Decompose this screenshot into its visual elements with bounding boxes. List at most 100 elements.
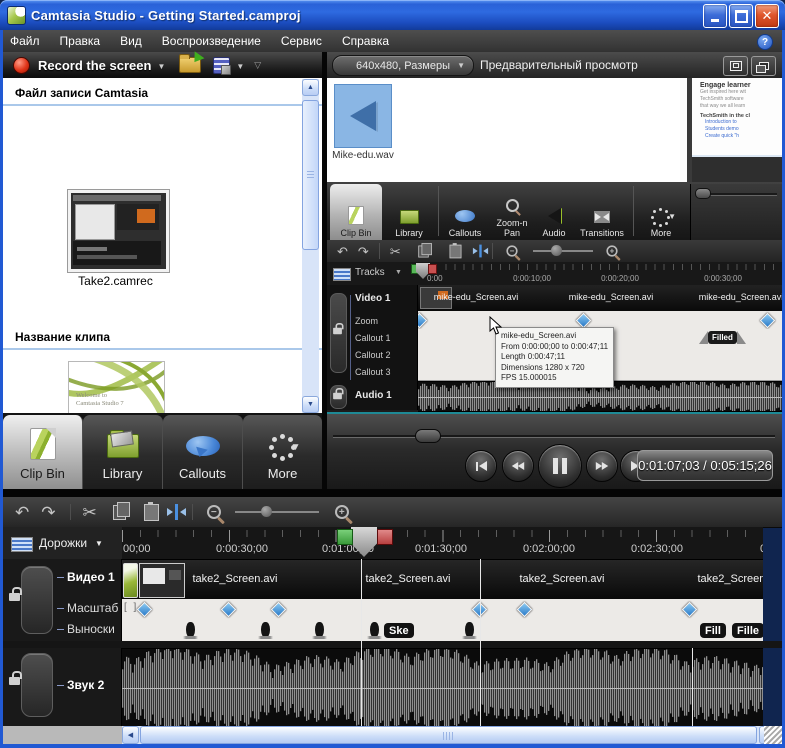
scrollbar-thumb[interactable] [302,100,319,250]
zoom-keyframe-diamond [759,312,776,329]
close-button[interactable]: ✕ [755,4,779,28]
seek-bar[interactable] [333,435,775,438]
detach-icon [755,62,769,73]
menu-play[interactable]: Воспроизведение [152,30,271,52]
cut-button[interactable]: ✂ [83,504,97,521]
callout-track-label: Выноски [67,622,115,636]
pause-button[interactable] [538,444,582,488]
preview-canvas[interactable]: Mike-edu.wav Engage learner Get inspired… [327,78,782,412]
paste-button[interactable] [143,501,159,521]
zoom-slider-knob[interactable] [260,506,272,517]
menu-file[interactable]: Файл [0,30,50,52]
scrollbar-thumb[interactable] [140,726,757,744]
track-group-handle[interactable] [21,566,53,634]
audio-clip-boundary [692,648,693,726]
timeline-scrollbar[interactable]: ◀ ▶ [122,726,778,744]
clip-title-section-title: Название клипа [3,330,322,350]
tab-more[interactable]: ▼ More [243,415,322,489]
split-button[interactable] [166,504,186,520]
callout-marker[interactable] [312,622,327,639]
timeline-ruler[interactable]: 00;00 0:00:30;00 0:01:00;00 0:01:30;00 0… [122,527,763,560]
audio-track-handle[interactable] [21,653,53,717]
inner-zoom-slider [532,245,593,256]
zoom-in-button[interactable]: + [334,505,349,519]
callout-marker[interactable] [367,622,382,639]
callout-marker[interactable] [462,622,477,639]
tracks-dropdown-arrow-icon[interactable]: ▼ [95,539,103,548]
preview-size-dropdown[interactable]: 640x480, Размеры ▼ [332,55,474,76]
audio-lock-icon[interactable] [9,671,22,685]
video-track[interactable]: take2_Screen.avi take2_Screen.avi take2_… [122,559,763,601]
fullscreen-button[interactable] [723,56,748,76]
tracks-dropdown-area: Дорожки ▼ [3,527,123,559]
toolbar-overflow-chevron-icon[interactable]: ▽ [254,60,261,71]
zoom-out-button[interactable]: − [206,505,221,519]
callout-item[interactable]: Fill [692,623,734,638]
inner-audio-icon [547,208,561,224]
redo-button[interactable]: ↷ [41,504,55,521]
zoom-keyframe-diamond[interactable] [516,601,533,618]
tracks-dropdown[interactable]: Дорожки [39,536,87,550]
go-to-start-button[interactable] [465,450,497,482]
scroll-up-icon[interactable]: ▲ [302,79,319,96]
zoom-track[interactable]: [ ] [122,599,763,621]
zoom-keyframe-diamond[interactable] [220,601,237,618]
timeline-toolbar: ↶ ↷ ✂ − + [3,497,782,528]
selection-end-marker[interactable] [377,529,393,545]
import-media-button[interactable] [179,51,205,73]
zoom-keyframe-diamond[interactable] [136,601,153,618]
zoom-slider[interactable] [234,506,319,517]
menu-help[interactable]: Справка [332,30,399,52]
scroll-down-icon[interactable]: ▼ [302,396,319,413]
clip-title-thumbnail[interactable]: Welcome to Camtasia Studio 7 [68,361,165,413]
title-bar[interactable]: Camtasia Studio - Getting Started.campro… [0,0,785,30]
menu-tools[interactable]: Сервис [271,30,332,52]
record-screen-button[interactable]: Record the screen [38,58,151,73]
maximize-button[interactable] [729,4,753,28]
audio-track[interactable] [122,648,763,727]
minimize-button[interactable] [703,4,727,28]
inner-paste-icon [449,242,462,258]
inner-tracks-dropdown: Tracks [355,267,385,278]
preview-header: 640x480, Размеры ▼ Предварительный просм… [327,52,782,79]
inner-tab-library: Library [384,184,434,242]
scroll-left-icon[interactable]: ◀ [122,726,139,744]
library-icon [106,430,139,458]
wav-file-label: Mike-edu.wav [332,150,394,161]
inner-split-icon [472,244,488,258]
menu-edit[interactable]: Правка [50,30,111,52]
selection-start-marker[interactable] [337,529,353,545]
produce-share-button[interactable] [213,56,232,75]
inner-copy-icon [418,242,432,257]
undo-button[interactable]: ↶ [15,504,29,521]
record-dropdown-arrow-icon[interactable]: ▼ [157,62,165,71]
task-tabs: Clip Bin Library Callouts ▼ More [3,413,322,493]
callout-marker[interactable] [258,622,273,639]
produce-dropdown-arrow-icon[interactable]: ▼ [236,62,244,71]
rewind-button[interactable] [502,450,534,482]
tab-callouts[interactable]: Callouts [163,415,243,489]
seek-knob[interactable] [415,429,441,443]
copy-button[interactable] [112,501,130,520]
preview-title: Предварительный просмотр [480,58,638,72]
zoom-keyframe-diamond[interactable] [681,601,698,618]
audio-track-label: Звук 2 [67,678,105,692]
zoom-keyframe-diamond[interactable] [270,601,287,618]
callouts-track[interactable]: Ske Fill Fille [122,620,763,642]
tab-clip-bin[interactable]: Clip Bin [3,415,83,489]
inner-tab-zoom-n-pan: Zoom-n Pan [491,184,533,242]
callouts-icon [185,436,220,456]
group-lock-icon[interactable] [9,587,22,601]
inner-tab-clip-bin: Clip Bin [330,184,382,242]
menu-view[interactable]: Вид [110,30,152,52]
fast-forward-button[interactable] [586,450,618,482]
help-icon[interactable]: ? [757,34,773,50]
callout-item[interactable]: Fille [723,623,763,638]
detach-preview-button[interactable] [751,56,776,76]
clip-bin-scrollbar[interactable]: ▲ ▼ [302,79,319,413]
callout-item[interactable]: Ske [376,623,422,638]
callout-marker[interactable] [183,622,198,639]
tab-library[interactable]: Library [83,415,163,489]
resize-grip[interactable] [764,726,782,744]
inner-video-track: mike-edu_Screen.avi mike-edu_Screen.avi … [418,285,782,312]
